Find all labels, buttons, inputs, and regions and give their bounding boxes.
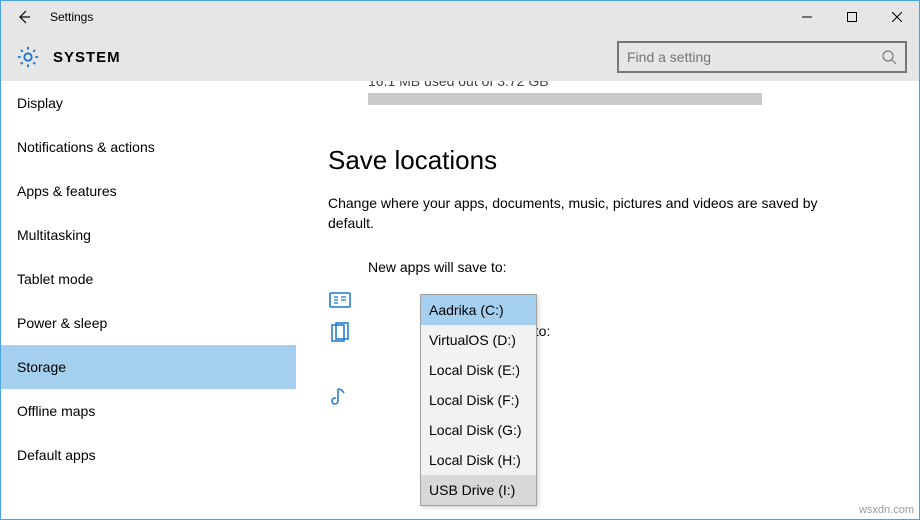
sidebar-item-offline-maps[interactable]: Offline maps [1, 389, 296, 433]
sidebar-item-notifications[interactable]: Notifications & actions [1, 125, 296, 169]
dropdown-option[interactable]: Local Disk (G:) [421, 415, 536, 445]
storage-usage-text: 16.1 MB used out of 3.72 GB [328, 81, 919, 89]
sidebar: Display Notifications & actions Apps & f… [1, 81, 296, 519]
search-box[interactable] [617, 41, 907, 73]
sidebar-item-display[interactable]: Display [1, 81, 296, 125]
storage-usage-bar [368, 93, 762, 105]
maximize-icon [847, 12, 857, 22]
save-label-documents-peek: will save to: [328, 323, 919, 339]
documents-icon [328, 321, 352, 345]
maximize-button[interactable] [829, 1, 874, 33]
dropdown-option[interactable]: Local Disk (F:) [421, 385, 536, 415]
search-icon [881, 49, 897, 65]
apps-icon [328, 287, 352, 311]
close-button[interactable] [874, 1, 919, 33]
sidebar-item-default-apps[interactable]: Default apps [1, 433, 296, 477]
dropdown-option[interactable]: Local Disk (H:) [421, 445, 536, 475]
save-label-apps: New apps will save to: [328, 259, 919, 275]
back-button[interactable] [1, 1, 46, 33]
minimize-button[interactable] [784, 1, 829, 33]
minimize-icon [802, 12, 812, 22]
sidebar-item-power[interactable]: Power & sleep [1, 301, 296, 345]
dropdown-option[interactable]: VirtualOS (D:) [421, 325, 536, 355]
search-input[interactable] [627, 49, 881, 65]
arrow-left-icon [16, 9, 32, 25]
save-label-music-peek: e to: [328, 387, 919, 403]
dropdown-option[interactable]: Aadrika (C:) [421, 295, 536, 325]
dropdown-option[interactable]: Local Disk (E:) [421, 355, 536, 385]
watermark: wsxdn.com [859, 504, 914, 516]
gear-icon [17, 46, 39, 68]
close-icon [892, 12, 902, 22]
drive-dropdown[interactable]: Aadrika (C:) VirtualOS (D:) Local Disk (… [420, 294, 537, 506]
sidebar-item-storage[interactable]: Storage [1, 345, 296, 389]
sidebar-item-tablet[interactable]: Tablet mode [1, 257, 296, 301]
sidebar-item-apps[interactable]: Apps & features [1, 169, 296, 213]
content-pane: 16.1 MB used out of 3.72 GB Save locatio… [296, 81, 919, 519]
music-icon [328, 385, 352, 409]
section-description: Change where your apps, documents, music… [328, 194, 828, 233]
window-title: Settings [46, 10, 784, 24]
header-title: SYSTEM [53, 49, 617, 66]
sidebar-item-multitasking[interactable]: Multitasking [1, 213, 296, 257]
section-title: Save locations [328, 145, 919, 176]
dropdown-option[interactable]: USB Drive (I:) [421, 475, 536, 505]
